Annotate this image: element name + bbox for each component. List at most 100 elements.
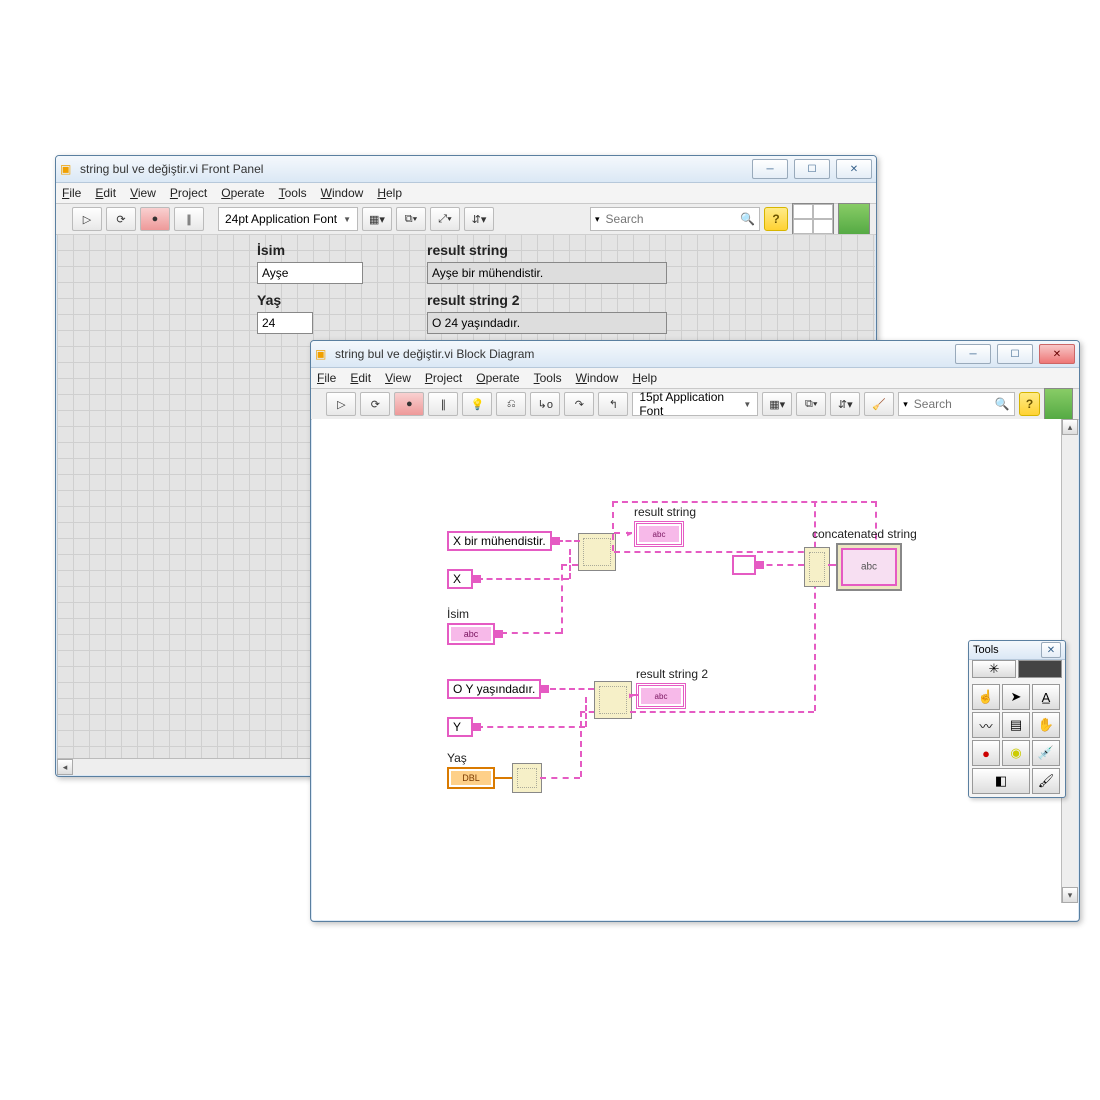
breakpoint-tool-icon[interactable]: ● xyxy=(972,740,1000,766)
align-button[interactable]: ▦▾ xyxy=(362,207,392,231)
front-panel-toolbar: ▷ ⟳ ● ∥ 24pt Application Font ▼ ▦▾ ⧉▾ ⤢▾… xyxy=(56,204,876,235)
string-constant-sentence1[interactable]: X bir mühendistir. xyxy=(447,531,552,551)
search-dd-icon[interactable]: ▾ xyxy=(903,399,908,410)
indicator-terminal-concat[interactable] xyxy=(836,543,902,591)
pause-button[interactable]: ∥ xyxy=(174,207,204,231)
retain-values-button[interactable]: ⎌ xyxy=(496,392,526,416)
align-button[interactable]: ▦▾ xyxy=(762,392,792,416)
indicator-terminal-result1[interactable]: abc xyxy=(634,521,684,547)
step-over-button[interactable]: ↷ xyxy=(564,392,594,416)
resize-button[interactable]: ⤢▾ xyxy=(430,207,460,231)
auto-tool-button[interactable]: ✳ xyxy=(972,660,1016,678)
maximize-button[interactable]: ☐ xyxy=(794,159,830,179)
label-result-string-2: result string 2 xyxy=(636,667,708,681)
menu-tools[interactable]: Tools xyxy=(279,186,307,200)
shortcut-tool-icon[interactable]: ▤ xyxy=(1002,712,1030,738)
vi-icon[interactable] xyxy=(838,203,870,235)
distribute-button[interactable]: ⧉▾ xyxy=(796,392,826,416)
text-tool-icon[interactable]: A̲ xyxy=(1032,684,1060,710)
menu-help[interactable]: Help xyxy=(632,371,657,385)
control-terminal-yas[interactable]: DBL xyxy=(447,767,495,789)
scroll-tool-icon[interactable]: ✋ xyxy=(1032,712,1060,738)
block-diagram-title: string bul ve değiştir.vi Block Diagram xyxy=(315,347,534,361)
run-continuous-button[interactable]: ⟳ xyxy=(106,207,136,231)
block-diagram-menubar[interactable]: File Edit View Project Operate Tools Win… xyxy=(311,368,1079,389)
tools-palette[interactable]: Tools ✕ ✳ ☝ ➤ A̲ 〰 ▤ ✋ ● ◉ 💉 ◧ 🖌 xyxy=(968,640,1066,798)
operate-tool-icon[interactable]: ☝ xyxy=(972,684,1000,710)
minimize-button[interactable]: ─ xyxy=(752,159,788,179)
search-input[interactable] xyxy=(912,396,991,412)
scroll-down-icon[interactable]: ▾ xyxy=(1062,887,1078,903)
close-button[interactable]: ✕ xyxy=(1041,642,1061,658)
menu-window[interactable]: Window xyxy=(321,186,364,200)
run-continuous-button[interactable]: ⟳ xyxy=(360,392,390,416)
color-tool-brush-icon[interactable]: 🖌 xyxy=(1032,768,1060,794)
search-icon[interactable]: 🔍 xyxy=(995,397,1010,411)
maximize-button[interactable]: ☐ xyxy=(997,344,1033,364)
menu-project[interactable]: Project xyxy=(425,371,462,385)
distribute-button[interactable]: ⧉▾ xyxy=(396,207,426,231)
search-input[interactable] xyxy=(604,211,737,227)
step-into-button[interactable]: ↳o xyxy=(530,392,560,416)
block-diagram-titlebar[interactable]: string bul ve değiştir.vi Block Diagram … xyxy=(311,341,1079,368)
menu-project[interactable]: Project xyxy=(170,186,207,200)
menu-edit[interactable]: Edit xyxy=(95,186,116,200)
string-constant-y[interactable]: Y xyxy=(447,717,473,737)
run-button[interactable]: ▷ xyxy=(72,207,102,231)
abort-button[interactable]: ● xyxy=(140,207,170,231)
wire xyxy=(557,540,580,542)
search-box[interactable]: ▾ 🔍 xyxy=(898,392,1015,416)
string-constant-x[interactable]: X xyxy=(447,569,473,589)
string-constant-empty[interactable] xyxy=(732,555,756,575)
highlight-exec-button[interactable]: 💡 xyxy=(462,392,492,416)
help-button[interactable]: ? xyxy=(1019,392,1041,416)
menu-tools[interactable]: Tools xyxy=(534,371,562,385)
menu-help[interactable]: Help xyxy=(377,186,402,200)
menu-file[interactable]: File xyxy=(317,371,336,385)
step-out-button[interactable]: ↰ xyxy=(598,392,628,416)
concat-strings-node[interactable] xyxy=(804,547,830,587)
control-yas[interactable]: 24 xyxy=(257,312,313,334)
minimize-button[interactable]: ─ xyxy=(955,344,991,364)
menu-view[interactable]: View xyxy=(130,186,156,200)
help-button[interactable]: ? xyxy=(764,207,788,231)
font-selector[interactable]: 24pt Application Font ▼ xyxy=(218,207,358,231)
control-terminal-isim[interactable]: abc xyxy=(447,623,495,645)
reorder-button[interactable]: ⇵▾ xyxy=(830,392,860,416)
vi-icon[interactable] xyxy=(1044,388,1073,420)
string-constant-sentence2[interactable]: O Y yaşındadır. xyxy=(447,679,541,699)
front-panel-menubar[interactable]: File Edit View Project Operate Tools Win… xyxy=(56,183,876,204)
scroll-up-icon[interactable]: ▴ xyxy=(1062,419,1078,435)
search-replace-node-2[interactable] xyxy=(594,681,632,719)
control-isim[interactable]: Ayşe xyxy=(257,262,363,284)
menu-window[interactable]: Window xyxy=(576,371,619,385)
menu-operate[interactable]: Operate xyxy=(476,371,519,385)
probe-tool-icon[interactable]: ◉ xyxy=(1002,740,1030,766)
connector-pane[interactable] xyxy=(792,203,834,235)
search-icon[interactable]: 🔍 xyxy=(740,212,755,226)
font-selector[interactable]: 15pt Application Font ▼ xyxy=(632,392,758,416)
search-box[interactable]: ▾ 🔍 xyxy=(590,207,760,231)
indicator-terminal-result2[interactable]: abc xyxy=(636,683,686,709)
color-tool-bg-icon[interactable]: ◧ xyxy=(972,768,1030,794)
cleanup-button[interactable]: 🧹 xyxy=(864,392,894,416)
front-panel-titlebar[interactable]: string bul ve değiştir.vi Front Panel ─ … xyxy=(56,156,876,183)
menu-operate[interactable]: Operate xyxy=(221,186,264,200)
scroll-left-icon[interactable]: ◂ xyxy=(57,759,73,775)
run-button[interactable]: ▷ xyxy=(326,392,356,416)
color-copy-tool-icon[interactable]: 💉 xyxy=(1032,740,1060,766)
close-button[interactable]: ✕ xyxy=(1039,344,1075,364)
menu-file[interactable]: File xyxy=(62,186,81,200)
reorder-button[interactable]: ⇵▾ xyxy=(464,207,494,231)
search-replace-node-1[interactable] xyxy=(578,533,616,571)
position-tool-icon[interactable]: ➤ xyxy=(1002,684,1030,710)
pause-button[interactable]: ∥ xyxy=(428,392,458,416)
menu-edit[interactable]: Edit xyxy=(350,371,371,385)
wiring-tool-icon[interactable]: 〰 xyxy=(972,712,1000,738)
search-dd-icon[interactable]: ▾ xyxy=(595,214,600,225)
menu-view[interactable]: View xyxy=(385,371,411,385)
close-button[interactable]: ✕ xyxy=(836,159,872,179)
block-diagram-area[interactable]: X bir mühendistir. X İsim abc result str… xyxy=(312,419,1078,920)
abort-button[interactable]: ● xyxy=(394,392,424,416)
num-to-str-node[interactable] xyxy=(512,763,542,793)
